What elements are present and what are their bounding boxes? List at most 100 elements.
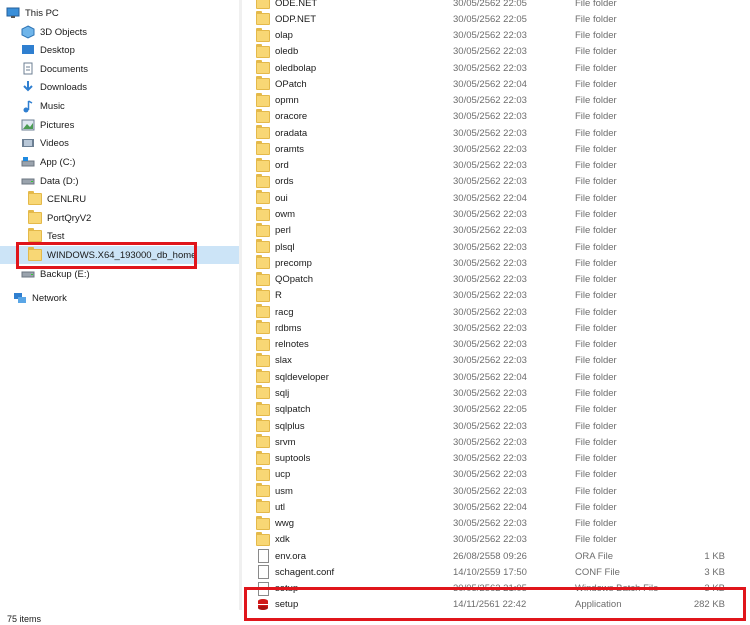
file-row[interactable]: schagent.conf 14/10/2559 17:50 CONF File 3 … bbox=[248, 564, 743, 580]
picture-icon bbox=[21, 118, 35, 132]
cube-icon bbox=[21, 25, 35, 39]
file-date: 30/05/2562 22:03 bbox=[453, 518, 527, 530]
file-row[interactable]: utl 30/05/2562 22:04 File folder bbox=[248, 499, 743, 515]
file-name: plsql bbox=[275, 241, 295, 253]
nav-item-desktop[interactable]: Desktop bbox=[0, 41, 239, 59]
file-date: 30/05/2562 22:05 bbox=[453, 13, 527, 25]
file-row[interactable]: oledbolap 30/05/2562 22:03 File folder bbox=[248, 60, 743, 76]
folder-icon bbox=[256, 418, 270, 433]
file-row[interactable]: ord 30/05/2562 22:03 File folder bbox=[248, 157, 743, 174]
nav-item-data-d[interactable]: Data (D:) bbox=[0, 172, 239, 190]
file-row[interactable]: srvm 30/05/2562 22:03 File folder bbox=[248, 434, 743, 450]
file-type: File folder bbox=[575, 143, 617, 155]
file-name: QOpatch bbox=[275, 274, 314, 286]
file-row[interactable]: plsql 30/05/2562 22:03 File folder bbox=[248, 239, 743, 255]
file-row[interactable]: OPatch 30/05/2562 22:04 File folder bbox=[248, 76, 743, 92]
file-row[interactable]: usm 30/05/2562 22:03 File folder bbox=[248, 483, 743, 499]
nav-item-videos[interactable]: Videos bbox=[0, 134, 239, 152]
file-date: 30/05/2562 22:03 bbox=[453, 111, 527, 123]
file-type: File folder bbox=[575, 534, 617, 546]
file-date: 30/05/2562 22:03 bbox=[453, 534, 527, 546]
file-type: File folder bbox=[575, 62, 617, 74]
file-date: 30/05/2562 22:03 bbox=[453, 209, 527, 220]
video-icon bbox=[21, 136, 35, 150]
file-row[interactable]: env.ora 26/08/2558 09:26 ORA File 1 KB bbox=[248, 548, 743, 564]
file-name: sqlpatch bbox=[275, 404, 311, 416]
file-row[interactable]: oracore 30/05/2562 22:03 File folder bbox=[248, 108, 743, 125]
file-type: File folder bbox=[575, 501, 617, 513]
nav-item-3d-objects[interactable]: 3D Objects bbox=[0, 23, 239, 41]
folder-icon bbox=[256, 222, 270, 238]
file-date: 30/05/2562 22:03 bbox=[453, 143, 527, 155]
file-row[interactable]: perl 30/05/2562 22:03 File folder bbox=[248, 222, 743, 239]
file-name: sqldeveloper bbox=[275, 371, 329, 383]
file-type: File folder bbox=[575, 387, 617, 399]
nav-item-downloads[interactable]: Downloads bbox=[0, 78, 239, 96]
file-row[interactable]: sqldeveloper 30/05/2562 22:04 File folder bbox=[248, 369, 743, 385]
nav-item-label: Pictures bbox=[40, 119, 75, 131]
nav-item-documents[interactable]: Documents bbox=[0, 60, 239, 78]
file-name: rdbms bbox=[275, 322, 302, 334]
file-row[interactable]: ucp 30/05/2562 22:03 File folder bbox=[248, 466, 743, 483]
file-row[interactable]: racg 30/05/2562 22:03 File folder bbox=[248, 304, 743, 320]
nav-item-windows-x64-193000-db-home[interactable]: WINDOWS.X64_193000_db_home bbox=[0, 246, 239, 264]
oracle-app-icon bbox=[256, 598, 270, 612]
file-row[interactable]: R 30/05/2562 22:03 File folder bbox=[248, 287, 743, 304]
file-row[interactable]: opmn 30/05/2562 22:03 File folder bbox=[248, 92, 743, 109]
file-row[interactable]: setup 14/11/2561 22:42 Application 282 KB bbox=[248, 597, 743, 612]
file-row[interactable]: ODE.NET 30/05/2562 22:05 File folder bbox=[248, 0, 743, 11]
file-row[interactable]: sqlplus 30/05/2562 22:03 File folder bbox=[248, 418, 743, 434]
file-type: File folder bbox=[575, 78, 617, 90]
file-date: 30/05/2562 22:03 bbox=[453, 62, 527, 74]
file-row[interactable]: oramts 30/05/2562 22:03 File folder bbox=[248, 141, 743, 157]
file-date: 30/05/2562 22:03 bbox=[453, 355, 527, 367]
status-item-count: 75 items bbox=[7, 614, 42, 624]
nav-item-network[interactable]: Network bbox=[0, 289, 239, 307]
document-icon bbox=[21, 62, 35, 76]
folder-icon bbox=[28, 191, 42, 206]
file-row[interactable]: relnotes 30/05/2562 22:03 File folder bbox=[248, 336, 743, 353]
navigation-scrollbar[interactable] bbox=[239, 0, 242, 610]
file-row[interactable]: oradata 30/05/2562 22:03 File folder bbox=[248, 125, 743, 141]
file-name: OPatch bbox=[275, 78, 307, 90]
file-row[interactable]: xdk 30/05/2562 22:03 File folder bbox=[248, 531, 743, 548]
nav-item-portqryv2[interactable]: PortQryV2 bbox=[0, 209, 239, 227]
file-row[interactable]: precomp 30/05/2562 22:03 File folder bbox=[248, 255, 743, 271]
file-row[interactable]: owm 30/05/2562 22:03 File folder bbox=[248, 206, 743, 223]
file-row[interactable]: setup 30/05/2562 21:05 Windows Batch File 3… bbox=[248, 581, 743, 597]
file-row[interactable]: ODP.NET 30/05/2562 22:05 File folder bbox=[248, 11, 743, 27]
folder-icon bbox=[256, 76, 270, 91]
nav-item-music[interactable]: Music bbox=[0, 97, 239, 115]
file-row[interactable]: suptools 30/05/2562 22:03 File folder bbox=[248, 450, 743, 467]
nav-item-backup-e[interactable]: Backup (E:) bbox=[0, 265, 239, 283]
file-date: 30/05/2562 22:03 bbox=[453, 485, 527, 497]
file-row[interactable]: sqlj 30/05/2562 22:03 File folder bbox=[248, 385, 743, 401]
file-date: 30/05/2562 22:05 bbox=[453, 0, 527, 9]
folder-icon bbox=[256, 320, 270, 335]
file-row[interactable]: wwg 30/05/2562 22:03 File folder bbox=[248, 515, 743, 532]
file-type: File folder bbox=[575, 30, 617, 42]
file-list[interactable]: ODE.NET 30/05/2562 22:05 File folder ODP.NE… bbox=[248, 0, 748, 612]
nav-item-pictures[interactable]: Pictures bbox=[0, 116, 239, 134]
file-row[interactable]: slax 30/05/2562 22:03 File folder bbox=[248, 352, 743, 369]
file-type: File folder bbox=[575, 111, 617, 123]
folder-icon bbox=[256, 173, 270, 189]
file-row[interactable]: QOpatch 30/05/2562 22:03 File folder bbox=[248, 271, 743, 288]
file-row[interactable]: ords 30/05/2562 22:03 File folder bbox=[248, 173, 743, 190]
nav-item-app-c[interactable]: App (C:) bbox=[0, 153, 239, 171]
file-row[interactable]: rdbms 30/05/2562 22:03 File folder bbox=[248, 320, 743, 336]
navigation-pane[interactable]: This PC 3D Objects Desktop Documents Downloa… bbox=[0, 0, 242, 610]
file-row[interactable]: oui 30/05/2562 22:04 File folder bbox=[248, 190, 743, 206]
file-name: ord bbox=[275, 160, 289, 172]
file-name: R bbox=[275, 290, 282, 302]
file-type: File folder bbox=[575, 290, 617, 302]
nav-item-this-pc[interactable]: This PC bbox=[0, 4, 239, 22]
folder-icon bbox=[256, 92, 270, 108]
nav-item-test[interactable]: Test bbox=[0, 227, 239, 245]
nav-item-cenlru[interactable]: CENLRU bbox=[0, 190, 239, 208]
nav-item-label: Music bbox=[40, 100, 65, 112]
file-row[interactable]: oledb 30/05/2562 22:03 File folder bbox=[248, 43, 743, 60]
file-size: 3 KB bbox=[704, 566, 725, 578]
file-row[interactable]: sqlpatch 30/05/2562 22:05 File folder bbox=[248, 401, 743, 418]
file-row[interactable]: olap 30/05/2562 22:03 File folder bbox=[248, 27, 743, 44]
